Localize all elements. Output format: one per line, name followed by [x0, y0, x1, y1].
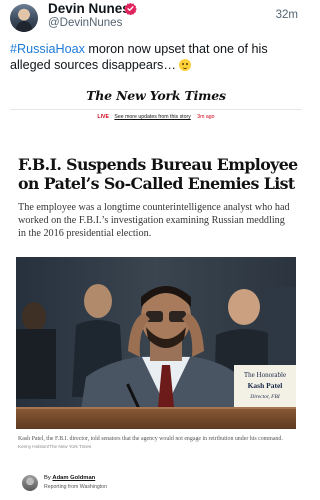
live-tag: LIVE [97, 114, 109, 120]
photo-caption: Kash Patel, the F.B.I. director, told se… [18, 435, 294, 451]
nyt-logo: The New York Times [86, 88, 226, 103]
live-updates-bar: LIVE See more updates from this story 3m… [10, 114, 302, 120]
caption-text: Kash Patel, the F.B.I. director, told se… [18, 436, 283, 442]
live-updates-link[interactable]: See more updates from this story [114, 114, 190, 120]
live-time: 3m ago [197, 114, 215, 120]
photo-credit: Kenny Holston/The New York Times [18, 444, 92, 449]
slightly-smiling-face-icon [179, 59, 192, 71]
placard-line-1: The Honorable [244, 371, 286, 379]
placard-line-3: Director, FBI [249, 394, 281, 400]
tweet-text: #RussiaHoax moron now upset that one of … [10, 41, 302, 73]
author-link[interactable]: Adam Goldman [52, 475, 95, 481]
article-photo: The Honorable Kash Patel Director, FBI [16, 257, 296, 429]
article-image[interactable]: The New York Times LIVE See more updates… [10, 82, 302, 500]
verified-badge-icon [124, 2, 137, 15]
hashtag-link[interactable]: #RussiaHoax [10, 42, 85, 56]
article-headline: F.B.I. Suspends Bureau Employee on Patel… [18, 155, 298, 193]
avatar[interactable] [10, 4, 38, 32]
tweet-timestamp[interactable]: 32m [276, 9, 298, 21]
nyt-masthead-bar: The New York Times [10, 82, 302, 110]
byline: By Adam Goldman [44, 475, 95, 481]
handle[interactable]: @DevinNunes [48, 17, 122, 29]
placard-line-2: Kash Patel [248, 381, 283, 390]
author-avatar [22, 475, 38, 491]
article-summary: The employee was a longtime counterintel… [18, 202, 290, 239]
display-name[interactable]: Devin Nunes [48, 1, 130, 16]
byline-location: Reporting from Washington [44, 484, 107, 490]
tweet-header: Devin Nunes @DevinNunes 32m [0, 0, 310, 34]
